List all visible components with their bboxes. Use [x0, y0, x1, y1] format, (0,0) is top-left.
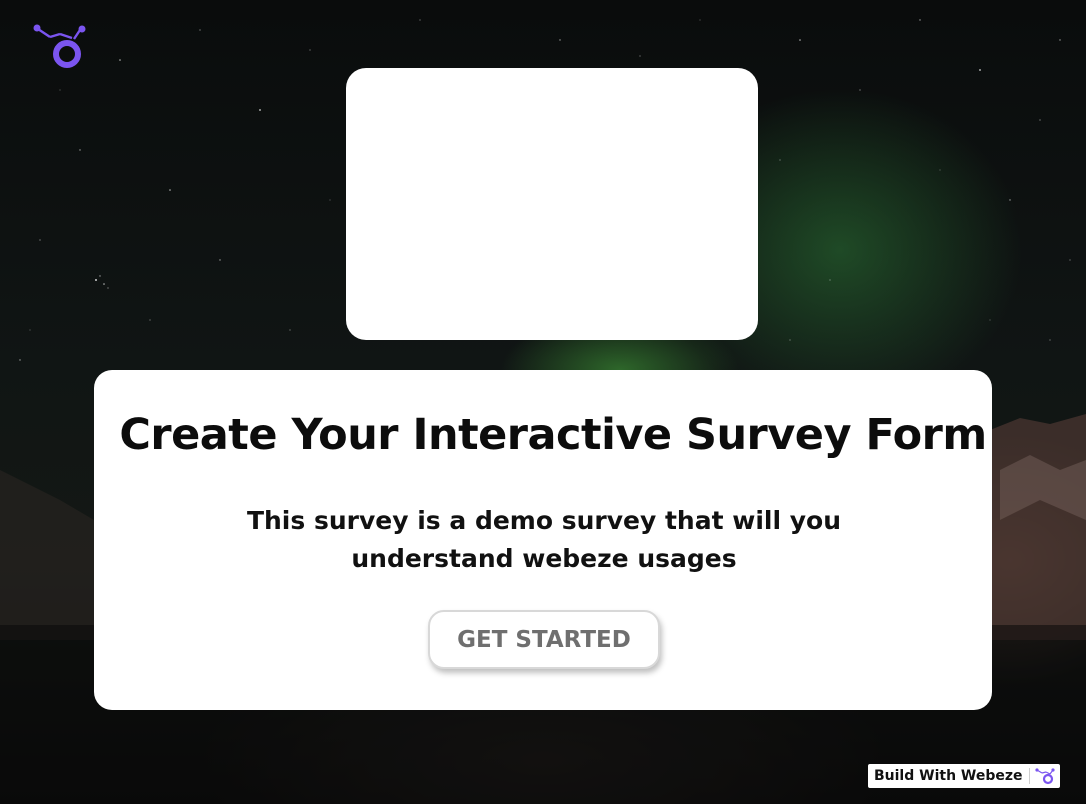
webeze-logo-icon	[1034, 768, 1055, 785]
page-title: Create Your Interactive Survey Form	[119, 410, 987, 460]
media-placeholder	[346, 68, 758, 340]
badge-label: Build With Webeze	[874, 768, 1023, 784]
build-with-webeze-badge[interactable]: Build With Webeze	[868, 764, 1060, 788]
webeze-logo-icon[interactable]	[30, 22, 88, 72]
survey-description: This survey is a demo survey that will y…	[246, 506, 842, 573]
survey-intro-card: Create Your Interactive Survey Form This…	[94, 370, 992, 710]
get-started-button[interactable]: GET STARTED	[428, 610, 660, 669]
badge-divider	[1028, 768, 1030, 784]
